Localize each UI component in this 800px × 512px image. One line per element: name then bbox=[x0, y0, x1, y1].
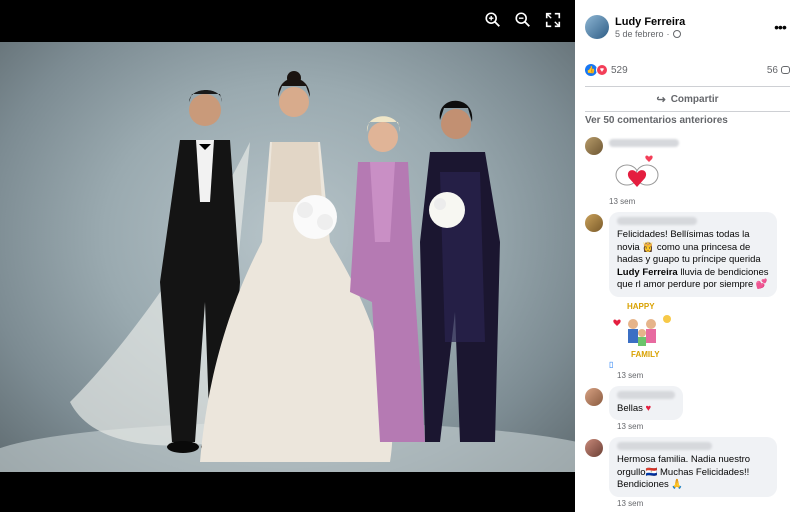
comment-timestamp[interactable]: 13 sem bbox=[617, 422, 790, 431]
photo-viewer bbox=[0, 0, 575, 512]
share-button[interactable]: ↪ Compartir bbox=[575, 87, 800, 111]
gif-attachment-icon: ▯ bbox=[609, 359, 614, 369]
post-stats: 👍 ♥ 529 56 bbox=[575, 60, 800, 80]
author-name[interactable]: Ludy Ferreira bbox=[615, 16, 770, 28]
post-date-separator: · bbox=[666, 28, 670, 39]
comment-body: 13 sem bbox=[609, 135, 790, 206]
comment-body: Hermosa familia. Nadia nuestro orgullo🇵🇾… bbox=[609, 437, 790, 508]
commenter-avatar[interactable] bbox=[585, 387, 603, 406]
comment-body: Felicidades! Bellísimas todas la novia 👸… bbox=[609, 212, 790, 380]
post-header: Ludy Ferreira 5 de febrero · ••• bbox=[575, 0, 800, 46]
reaction-count: 529 bbox=[611, 64, 628, 76]
share-label: Compartir bbox=[670, 93, 719, 105]
mention-link[interactable]: Ludy Ferreira bbox=[617, 267, 678, 278]
comment-bubble: Hermosa familia. Nadia nuestro orgullo🇵🇾… bbox=[609, 437, 777, 497]
comment-timestamp[interactable]: 13 sem bbox=[609, 197, 790, 206]
zoom-in-icon[interactable] bbox=[483, 10, 503, 30]
comment-text: Felicidades! Bellísimas todas la novia 👸… bbox=[617, 229, 769, 292]
comment-count-link[interactable]: 56 bbox=[767, 65, 790, 76]
comment-text-part: Bellas bbox=[617, 402, 646, 414]
comment-body: Bellas ♥ 13 sem bbox=[609, 385, 790, 431]
love-reaction-icon: ♥ bbox=[596, 64, 608, 76]
comment-item: Bellas ♥ 13 sem bbox=[575, 385, 800, 431]
globe-icon bbox=[672, 29, 681, 38]
view-previous-comments-link[interactable]: Ver 50 comentarios anteriores bbox=[575, 112, 800, 129]
commenter-avatar[interactable] bbox=[585, 439, 603, 457]
heart-emoji: ♥ bbox=[645, 402, 652, 414]
family-portrait-image bbox=[0, 71, 575, 472]
author-avatar[interactable] bbox=[585, 15, 609, 39]
commenter-name-blurred bbox=[617, 390, 675, 399]
comment-item: 13 sem bbox=[575, 135, 800, 206]
svg-text:HAPPY: HAPPY bbox=[627, 302, 655, 311]
comment-text: Hermosa familia. Nadia nuestro orgullo🇵🇾… bbox=[617, 454, 769, 492]
comment-item: Felicidades! Bellísimas todas la novia 👸… bbox=[575, 212, 800, 380]
princess-emoji: 👸 bbox=[642, 241, 655, 253]
commenter-avatar[interactable] bbox=[585, 214, 603, 232]
comment-bubble: Felicidades! Bellísimas todas la novia 👸… bbox=[609, 212, 777, 297]
commenter-name-blurred bbox=[617, 217, 697, 225]
share-icon: ↪ bbox=[656, 93, 666, 106]
comment-bubble-icon bbox=[781, 66, 790, 74]
reactions-summary[interactable]: 👍 ♥ 529 bbox=[585, 64, 628, 76]
two-hearts-emoji: 💕 bbox=[755, 279, 768, 290]
comment-timestamp[interactable]: 13 sem bbox=[617, 371, 790, 380]
svg-text:FAMILY: FAMILY bbox=[631, 350, 660, 359]
author-block: Ludy Ferreira 5 de febrero · bbox=[615, 16, 770, 39]
post-side-panel: Ludy Ferreira 5 de febrero · ••• 👍 ♥ 529… bbox=[575, 0, 800, 512]
comment-item: Hermosa familia. Nadia nuestro orgullo🇵🇾… bbox=[575, 437, 800, 508]
fullscreen-icon[interactable] bbox=[543, 10, 563, 30]
post-photo[interactable] bbox=[0, 42, 575, 472]
hearts-bunnies-sticker bbox=[611, 151, 663, 195]
post-date-row: 5 de febrero · bbox=[615, 29, 770, 39]
comment-timestamp[interactable]: 13 sem bbox=[617, 499, 790, 508]
viewer-toolbar bbox=[483, 10, 563, 30]
happy-family-sticker: HAPPY FAMILY bbox=[609, 299, 679, 359]
more-options-icon[interactable]: ••• bbox=[770, 19, 790, 35]
zoom-out-icon[interactable] bbox=[513, 10, 533, 30]
commenter-name-blurred bbox=[617, 442, 712, 450]
post-date[interactable]: 5 de febrero bbox=[615, 29, 664, 39]
comment-count: 56 bbox=[766, 64, 778, 76]
comment-bubble: Bellas ♥ bbox=[609, 385, 683, 420]
commenter-name-blurred bbox=[609, 139, 679, 147]
praying-hands-emoji: 🙏 bbox=[671, 479, 684, 490]
comment-text: Bellas ♥ bbox=[617, 403, 675, 416]
paraguay-flag-emoji: 🇵🇾 bbox=[645, 466, 658, 478]
commenter-avatar[interactable] bbox=[585, 137, 603, 155]
